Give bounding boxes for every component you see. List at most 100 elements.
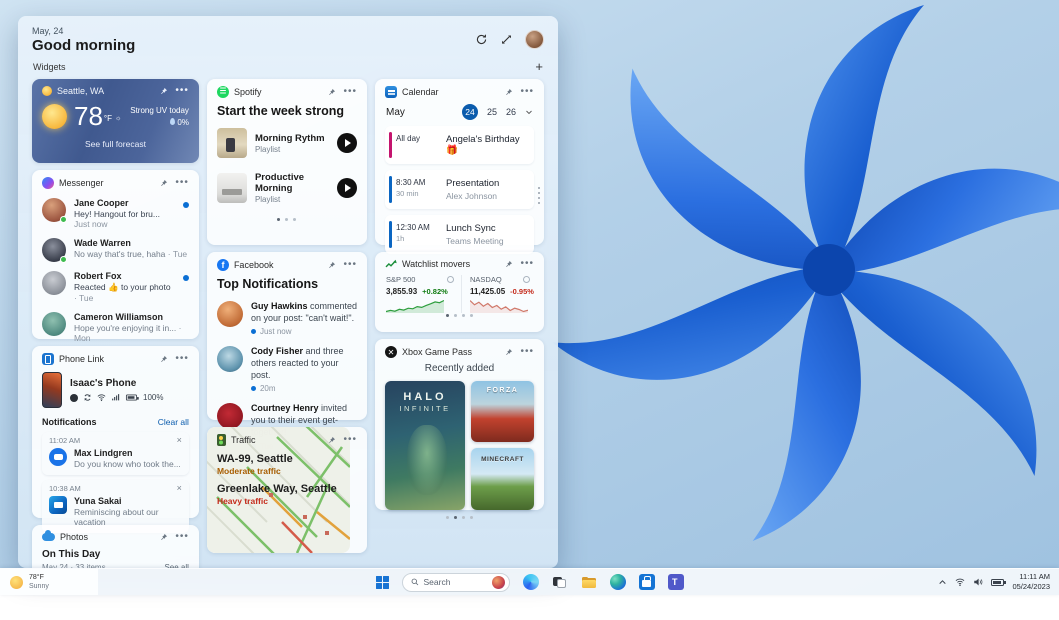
message-row[interactable]: Wade Warren No way that's true, haha · T… <box>42 238 189 262</box>
date-pill[interactable]: 25 <box>487 107 497 117</box>
search-box[interactable]: Search <box>402 573 510 592</box>
photos-widget[interactable]: Photos ••• On This Day May 24 · 33 items… <box>32 525 199 568</box>
more-options-icon[interactable]: ••• <box>175 180 189 186</box>
close-icon[interactable]: × <box>177 484 182 493</box>
scroll-indicator[interactable] <box>538 187 540 204</box>
user-avatar[interactable] <box>525 30 544 49</box>
cover-title: FORZA <box>471 387 534 394</box>
more-options-icon[interactable]: ••• <box>343 262 357 268</box>
taskbar-weather-button[interactable]: 78°F Sunny <box>0 569 98 595</box>
message-row[interactable]: Jane Cooper Hey! Hangout for bru... Just… <box>42 198 189 229</box>
spotify-heading: Start the week strong <box>217 104 357 118</box>
more-options-icon[interactable]: ••• <box>175 534 189 540</box>
more-options-icon[interactable]: ••• <box>175 356 189 362</box>
calendar-event[interactable]: 8:30 AM 30 min Presentation Alex Johnson <box>385 170 534 209</box>
play-button[interactable] <box>337 133 357 153</box>
tray-wifi-icon[interactable] <box>955 577 965 587</box>
pin-icon[interactable] <box>504 88 513 97</box>
sender-name: Robert Fox <box>74 271 175 281</box>
pin-icon[interactable] <box>327 261 336 270</box>
ticker[interactable]: NASDAQ 11,425.05-0.95% <box>461 275 534 313</box>
game-cover-minecraft[interactable]: MINECRAFT <box>471 448 534 510</box>
playlist-row[interactable]: Morning Rythm Playlist <box>217 128 357 158</box>
message-row[interactable]: Robert Fox Reacted 👍 to your photo · Tue <box>42 271 189 303</box>
game-cover-forza[interactable]: FORZA <box>471 381 534 442</box>
date-pill-selected[interactable]: 24 <box>462 104 478 120</box>
tray-chevron-up-icon[interactable] <box>938 578 947 587</box>
file-explorer-icon[interactable] <box>581 574 597 590</box>
page-dots[interactable] <box>385 314 534 317</box>
teams-icon[interactable] <box>668 574 684 590</box>
pin-icon[interactable] <box>159 179 168 188</box>
more-options-icon[interactable]: ••• <box>520 261 534 267</box>
weather-widget[interactable]: Seattle, WA ••• 78 °F ☼ Strong UV today … <box>32 79 199 163</box>
close-icon[interactable]: × <box>177 436 182 445</box>
facebook-notification[interactable]: Guy Hawkins commented on your post: "can… <box>217 301 357 336</box>
pin-icon[interactable] <box>504 260 513 269</box>
microsoft-store-icon[interactable] <box>639 574 655 590</box>
ticker-options-icon[interactable] <box>523 276 530 283</box>
message-preview: No way that's true, haha <box>74 249 165 259</box>
panel-date: May, 24 <box>32 26 135 36</box>
copilot-taskbar-icon[interactable] <box>523 574 539 590</box>
facebook-widget: f Facebook ••• Top Notifications Guy Haw… <box>207 252 367 420</box>
dnd-icon[interactable] <box>70 394 78 402</box>
edge-browser-icon[interactable] <box>610 574 626 590</box>
chevron-down-icon[interactable] <box>525 108 533 116</box>
phone-link-title: Phone Link <box>59 354 104 364</box>
weather-condition: Strong UV today <box>130 105 189 117</box>
calendar-event[interactable]: All day Angela's Birthday 🎁 <box>385 126 534 164</box>
more-options-icon[interactable]: ••• <box>520 89 534 95</box>
ticker[interactable]: S&P 500 3,855.93+0.82% <box>385 275 461 313</box>
calendar-event[interactable]: 12:30 AM 1h Lunch Sync Teams Meeting <box>385 215 534 254</box>
route-name: Greenlake Way, Seattle <box>217 483 357 495</box>
notification-time: 10:38 AM <box>49 484 81 493</box>
page-dots[interactable] <box>385 516 534 519</box>
spotify-title: Spotify <box>234 87 262 97</box>
watchlist-widget: Watchlist movers ••• S&P 500 3,855.93+0.… <box>375 252 544 332</box>
traffic-app-icon <box>217 434 226 446</box>
refresh-icon[interactable] <box>475 33 488 46</box>
more-options-icon[interactable]: ••• <box>343 89 357 95</box>
actor-name: Cody Fisher <box>251 346 303 356</box>
pin-icon[interactable] <box>159 87 168 96</box>
pin-icon[interactable] <box>159 355 168 364</box>
task-view-icon[interactable] <box>552 574 568 590</box>
page-dots[interactable] <box>217 218 357 221</box>
taskbar-clock[interactable]: 11:11 AM 05/24/2023 <box>1012 572 1050 592</box>
pin-icon[interactable] <box>327 88 336 97</box>
pin-icon[interactable] <box>327 436 336 445</box>
game-cover-halo-infinite[interactable]: HALO INFINITE <box>385 381 465 510</box>
sparkline-chart <box>386 299 444 313</box>
watchlist-title: Watchlist movers <box>402 259 470 269</box>
unread-dot <box>251 386 256 391</box>
tray-volume-icon[interactable] <box>973 577 983 587</box>
search-icon <box>411 578 419 586</box>
more-options-icon[interactable]: ••• <box>343 437 357 443</box>
panel-header: May, 24 Good morning <box>32 26 544 54</box>
date-pill[interactable]: 26 <box>506 107 516 117</box>
phone-notification[interactable]: 11:02 AM × Max Lindgren Do you know who … <box>42 432 189 475</box>
clear-all-link[interactable]: Clear all <box>158 417 189 427</box>
facebook-notification[interactable]: Cody Fisher and three others reacted to … <box>217 346 357 393</box>
pin-icon[interactable] <box>504 348 513 357</box>
start-button[interactable] <box>376 576 389 589</box>
ticker-options-icon[interactable] <box>447 276 454 283</box>
see-full-forecast-link[interactable]: See full forecast <box>42 139 189 149</box>
message-row[interactable]: Cameron Williamson Hope you're enjoying … <box>42 312 189 343</box>
expand-icon[interactable] <box>500 33 513 46</box>
unread-dot <box>183 275 189 281</box>
search-highlight-icon[interactable] <box>492 576 505 589</box>
add-widget-button[interactable]: + <box>535 62 543 72</box>
pin-icon[interactable] <box>159 533 168 542</box>
tray-battery-icon[interactable] <box>991 579 1004 586</box>
traffic-widget[interactable]: Traffic ••• WA-99, Seattle Moderate traf… <box>207 427 367 553</box>
cover-title: HALO <box>385 391 465 403</box>
event-duration: 30 min <box>396 189 438 198</box>
play-button[interactable] <box>337 178 357 198</box>
avatar <box>42 271 66 295</box>
playlist-row[interactable]: Productive Morning Playlist <box>217 172 357 204</box>
more-options-icon[interactable]: ••• <box>175 88 189 94</box>
more-options-icon[interactable]: ••• <box>520 349 534 355</box>
sync-icon[interactable] <box>83 393 92 402</box>
